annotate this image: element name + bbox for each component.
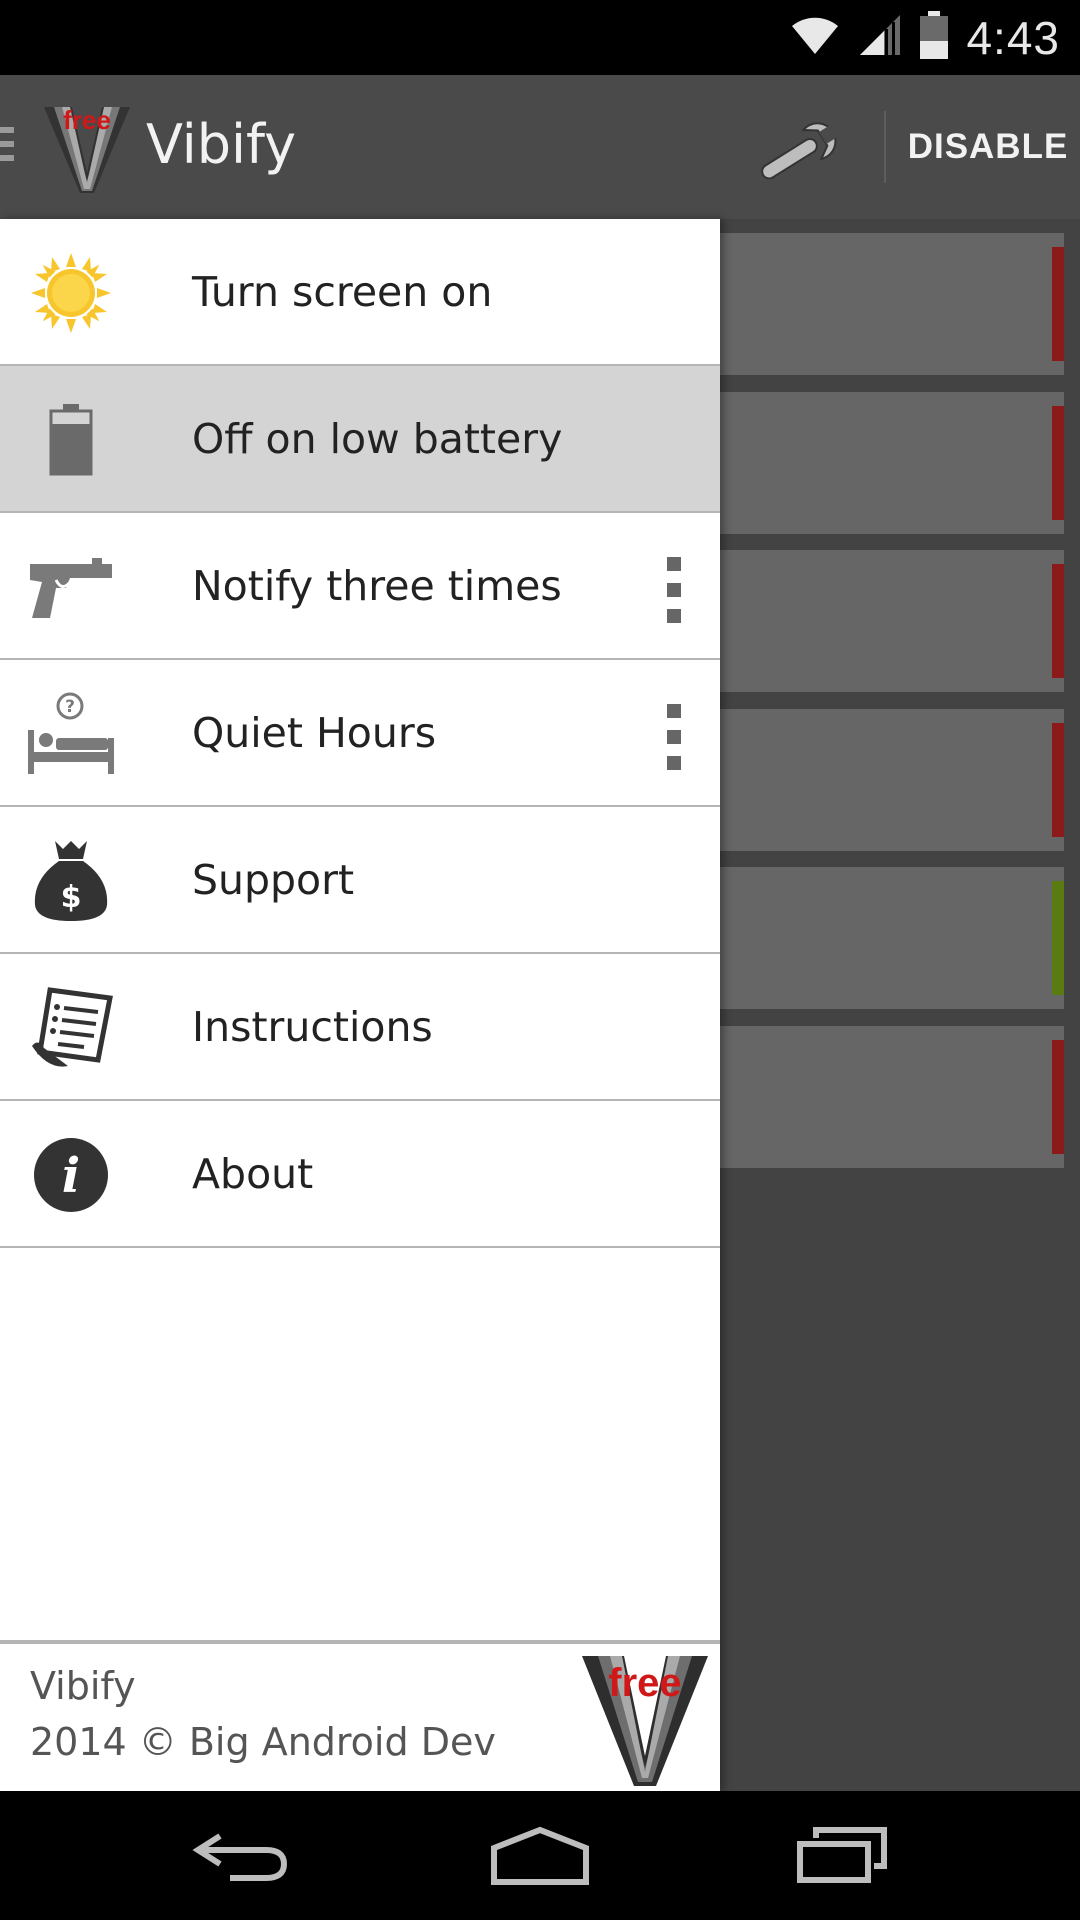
drawer-item-turn-screen-on[interactable]: Turn screen on <box>0 219 720 366</box>
drawer-item-label: Quiet Hours <box>192 708 437 757</box>
footer-logo: free <box>580 1652 710 1786</box>
drawer-item-support[interactable]: $ Support <box>0 807 720 954</box>
action-bar: free Vibify DISABLE <box>0 75 1080 219</box>
cell-signal-icon <box>858 13 902 62</box>
back-button[interactable] <box>160 1791 320 1920</box>
drawer-item-label: Instructions <box>192 1002 433 1051</box>
drawer-item-off-on-low-battery[interactable]: Off on low battery <box>0 366 720 513</box>
app-title: Vibify <box>146 113 297 176</box>
card-status-stripe <box>1052 1040 1064 1154</box>
content-card[interactable] <box>720 392 1064 534</box>
status-clock: 4:43 <box>966 11 1060 64</box>
content-card[interactable] <box>720 709 1064 851</box>
drawer-item-label: Off on low battery <box>192 414 563 463</box>
content-card[interactable] <box>720 550 1064 692</box>
action-bar-divider <box>884 111 886 183</box>
info-icon: i <box>26 1133 116 1217</box>
status-bar: 4:43 <box>0 0 1080 75</box>
svg-text:free: free <box>63 105 111 135</box>
svg-text:$: $ <box>61 880 82 915</box>
overflow-menu-icon[interactable] <box>656 557 692 623</box>
battery-status-icon <box>920 11 949 64</box>
status-icons: 4:43 <box>790 0 1060 75</box>
drawer-item-instructions[interactable]: Instructions <box>0 954 720 1101</box>
disable-button[interactable]: DISABLE <box>896 75 1080 219</box>
bed-icon: ? <box>26 692 116 776</box>
back-icon <box>192 1832 288 1881</box>
drawer-indicator-icon[interactable] <box>0 127 14 167</box>
battery-icon <box>26 398 116 482</box>
drawer-footer: Vibify 2014 © Big Android Dev free <box>0 1640 720 1795</box>
drawer-item-label: Support <box>192 855 355 904</box>
navigation-drawer: Turn screen on Off on low battery Notify… <box>0 219 720 1795</box>
card-status-stripe <box>1052 564 1064 678</box>
screen: 4:43 free Vibify DISABLE Turn screen on … <box>0 0 1080 1920</box>
drawer-item-notify-three-times[interactable]: Notify three times <box>0 513 720 660</box>
gun-icon <box>26 545 116 629</box>
content-card[interactable] <box>720 233 1064 375</box>
system-navigation-bar <box>0 1791 1080 1920</box>
overflow-menu-icon[interactable] <box>656 704 692 770</box>
card-status-stripe <box>1052 881 1064 995</box>
svg-text:i: i <box>62 1148 80 1204</box>
card-status-stripe <box>1052 723 1064 837</box>
app-logo[interactable]: free <box>42 103 132 193</box>
card-status-stripe <box>1052 406 1064 520</box>
wrench-icon[interactable] <box>752 115 848 187</box>
home-button[interactable] <box>460 1791 620 1920</box>
card-status-stripe <box>1052 247 1064 361</box>
recents-button[interactable] <box>762 1791 922 1920</box>
svg-text:free: free <box>608 1661 681 1705</box>
content-card[interactable] <box>720 867 1064 1009</box>
drawer-item-label: About <box>192 1149 314 1198</box>
footer-app-name: Vibify <box>30 1664 136 1708</box>
home-icon <box>491 1826 589 1885</box>
drawer-item-label: Notify three times <box>192 561 562 610</box>
footer-copyright: 2014 © Big Android Dev <box>30 1720 496 1764</box>
drawer-item-quiet-hours[interactable]: ? Quiet Hours <box>0 660 720 807</box>
drawer-item-about[interactable]: i About <box>0 1101 720 1248</box>
sun-icon <box>26 251 116 335</box>
svg-text:?: ? <box>65 697 75 717</box>
drawer-item-label: Turn screen on <box>192 267 493 316</box>
content-card[interactable] <box>720 1026 1064 1168</box>
document-icon <box>26 986 116 1070</box>
money-bag-icon: $ <box>26 839 116 923</box>
recents-icon <box>797 1826 887 1883</box>
wifi-icon <box>790 14 840 61</box>
